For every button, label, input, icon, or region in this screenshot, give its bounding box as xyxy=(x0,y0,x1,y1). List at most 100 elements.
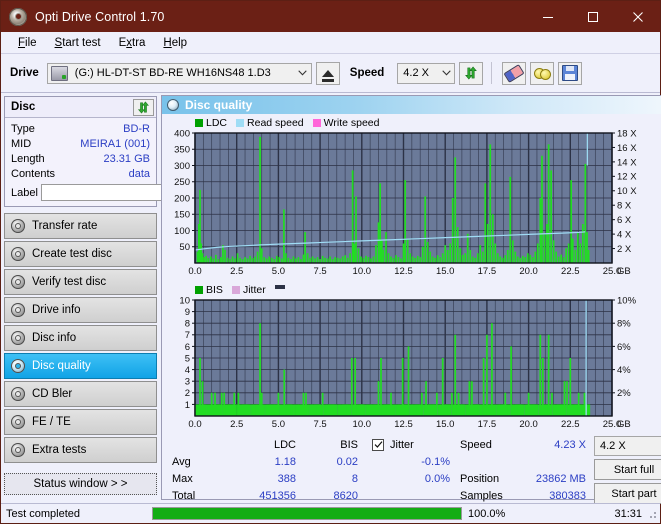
test-speed-select[interactable]: 4.2 X xyxy=(594,436,661,456)
stats-ldc-total: 451356 xyxy=(259,489,296,502)
svg-text:8: 8 xyxy=(185,319,190,330)
svg-text:10: 10 xyxy=(179,296,190,306)
svg-text:6%: 6% xyxy=(617,342,631,353)
eject-button[interactable] xyxy=(315,61,340,85)
svg-text:5.0: 5.0 xyxy=(272,266,285,277)
legend-swatch-ldc xyxy=(195,118,203,127)
menu-start-test-label: tart test xyxy=(62,36,101,49)
svg-text:18 X: 18 X xyxy=(617,129,637,139)
status-bar: Test completed 100.0% 31:31 xyxy=(1,503,660,523)
svg-text:2 X: 2 X xyxy=(617,244,632,255)
svg-text:17.5: 17.5 xyxy=(478,266,497,277)
svg-text:200: 200 xyxy=(174,193,190,204)
stats-row-total-label: Total xyxy=(172,489,196,502)
drive-select[interactable]: (G:) HL-DT-ST BD-RE WH16NS48 1.D3 xyxy=(46,62,312,84)
svg-text:12.5: 12.5 xyxy=(394,419,413,430)
close-icon[interactable] xyxy=(615,1,660,32)
speed-select[interactable]: 4.2 X xyxy=(397,62,456,84)
menu-extra-label: tra xyxy=(132,36,146,49)
stats-jitter-total xyxy=(358,487,454,504)
sidebar-item-label: Disc info xyxy=(32,332,77,344)
menu-file-label: ile xyxy=(25,36,37,49)
svg-text:20.0: 20.0 xyxy=(519,419,538,430)
speed-label: Speed xyxy=(349,67,385,79)
save-button[interactable] xyxy=(558,61,583,85)
svg-text:8 X: 8 X xyxy=(617,201,632,212)
sidebar-item-verify-test-disc[interactable]: Verify test disc xyxy=(4,269,157,295)
start-part-label: Start part xyxy=(611,487,657,500)
stats-bis-total: 8620 xyxy=(333,489,358,502)
disc-field-length-key: Length xyxy=(11,152,45,165)
stats-bis-max: 8 xyxy=(351,472,358,485)
svg-text:17.5: 17.5 xyxy=(478,419,497,430)
maximize-icon[interactable] xyxy=(570,1,615,32)
drive-select-value: (G:) HL-DT-ST BD-RE WH16NS48 1.D3 xyxy=(74,67,271,79)
svg-text:10.0: 10.0 xyxy=(353,266,372,277)
disc-icon xyxy=(167,99,179,111)
bis-chart[interactable]: 1 2 3 4 5 6 7 8 9 10 2% 4% 6% 8% 10% 0.0 2.5 5.0 7.5 10.0 12… xyxy=(165,296,661,432)
ldc-chart-legend: LDC Read speed Write speed xyxy=(165,116,661,129)
chevron-down-icon xyxy=(438,64,454,83)
stats-header-spacer xyxy=(172,436,224,453)
disc-icon xyxy=(11,275,25,289)
sidebar-item-label: Verify test disc xyxy=(32,276,107,288)
svg-text:7.5: 7.5 xyxy=(313,419,326,430)
sidebar-item-create-test-disc[interactable]: Create test disc xyxy=(4,241,157,267)
sidebar-item-transfer-rate[interactable]: Transfer rate xyxy=(4,213,157,239)
minimize-icon[interactable] xyxy=(525,1,570,32)
disc-refresh-button[interactable] xyxy=(133,98,154,116)
test-speed-select-value: 4.2 X xyxy=(600,440,626,452)
refresh-icon xyxy=(137,100,149,114)
stats-jitter-avg: -0.1% xyxy=(421,455,450,468)
resize-grip-icon[interactable] xyxy=(646,507,658,520)
sidebar-item-label: Drive info xyxy=(32,304,81,316)
svg-text:5.0: 5.0 xyxy=(272,419,285,430)
toolbar: Drive (G:) HL-DT-ST BD-RE WH16NS48 1.D3 … xyxy=(1,54,660,93)
sidebar: Disc Type BD-R MID MEIRA1 (001) Length 2… xyxy=(1,93,242,500)
disc-icon xyxy=(11,219,25,233)
disc-field-type: Type BD-R xyxy=(11,121,150,136)
start-part-button[interactable]: Start part xyxy=(594,483,661,504)
stats-position-key: Position xyxy=(460,472,500,485)
disc-field-length-value: 23.31 GB xyxy=(103,152,150,165)
sidebar-item-label: CD Bler xyxy=(32,388,73,400)
start-full-label: Start full xyxy=(613,463,655,476)
sidebar-item-extra-tests[interactable]: Extra tests xyxy=(4,437,157,463)
disc-field-type-value: BD-R xyxy=(123,122,150,135)
svg-text:7.5: 7.5 xyxy=(313,266,326,277)
bis-chart-legend: BIS Jitter xyxy=(165,283,661,296)
sidebar-item-disc-quality[interactable]: Disc quality xyxy=(4,353,157,379)
stats-speed-value: 4.23 X xyxy=(554,438,586,451)
svg-text:2%: 2% xyxy=(617,388,631,399)
svg-text:10%: 10% xyxy=(617,296,637,306)
toolbar-divider xyxy=(491,62,493,84)
start-full-button[interactable]: Start full xyxy=(594,459,661,480)
sidebar-item-disc-info[interactable]: Disc info xyxy=(4,325,157,351)
status-message: Test completed xyxy=(6,507,80,520)
svg-text:4: 4 xyxy=(185,365,190,376)
refresh-button[interactable] xyxy=(459,61,484,85)
svg-text:300: 300 xyxy=(174,161,190,172)
legend-swatch-write-speed xyxy=(312,118,321,127)
stats-col-bis: BIS 0.02 8 8620 xyxy=(296,436,358,506)
window-controls xyxy=(525,1,660,32)
sidebar-item-fe-te[interactable]: FE / TE xyxy=(4,409,157,435)
key-button[interactable] xyxy=(530,61,555,85)
disc-field-contents: Contents data xyxy=(11,166,150,181)
menu-extra[interactable]: Extra xyxy=(110,35,155,51)
menu-start-test[interactable]: Start test xyxy=(46,35,110,51)
svg-text:250: 250 xyxy=(174,177,190,188)
stats-col-ldc-header: LDC xyxy=(273,438,296,451)
menu-file[interactable]: File xyxy=(9,35,46,51)
status-window-button[interactable]: Status window > > xyxy=(4,473,157,495)
jitter-checkbox[interactable] xyxy=(372,438,384,451)
progress-percent: 100.0% xyxy=(468,507,506,520)
svg-text:4 X: 4 X xyxy=(617,230,632,241)
menu-help[interactable]: Help xyxy=(154,35,196,51)
drive-icon xyxy=(50,65,68,81)
sidebar-item-cd-bler[interactable]: CD Bler xyxy=(4,381,157,407)
stats-samples-key: Samples xyxy=(460,489,503,502)
erase-button[interactable] xyxy=(502,61,527,85)
ldc-chart[interactable]: 50 100 150 200 250 300 350 400 2 X 4 X 6 X 8 X 10 X 1… xyxy=(165,129,661,279)
sidebar-item-drive-info[interactable]: Drive info xyxy=(4,297,157,323)
